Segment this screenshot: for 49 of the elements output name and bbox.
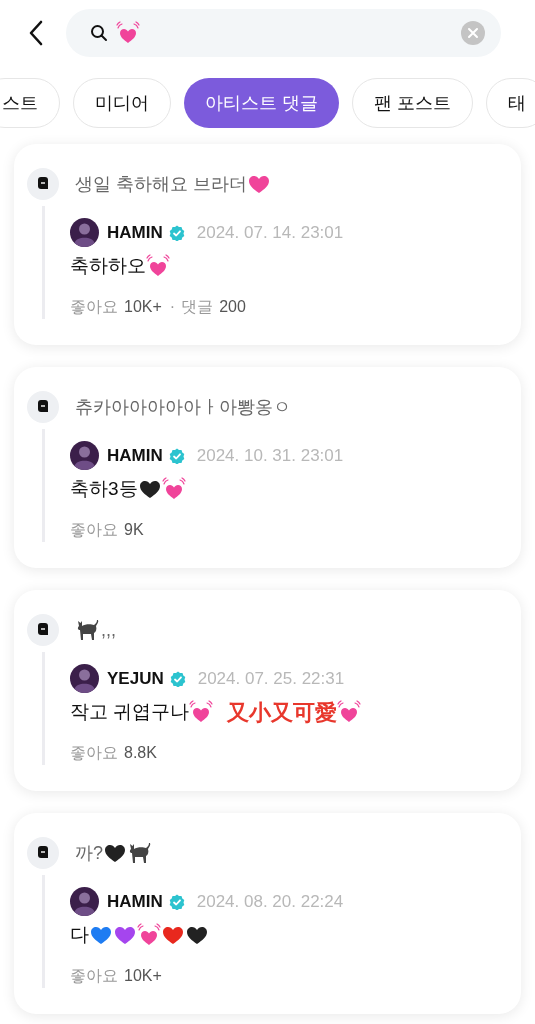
author-name[interactable]: HAMIN: [107, 219, 163, 246]
comment-text: 생일 축하해요 브라더: [75, 172, 247, 196]
author-name[interactable]: HAMIN: [107, 442, 163, 469]
stat-label: 좋아요: [70, 297, 118, 317]
filter-tab[interactable]: 미디어: [73, 78, 171, 128]
stat-label: 좋아요: [70, 743, 118, 763]
comment-icon: [27, 614, 59, 646]
stat-value: 200: [219, 297, 246, 317]
avatar-icon[interactable]: [70, 887, 99, 916]
caption-text: 又小又可愛: [227, 698, 338, 727]
comment-text: 까?: [75, 841, 103, 865]
comment-icon: [27, 168, 59, 200]
avatar-icon[interactable]: [70, 664, 99, 693]
stat-label: 좋아요: [70, 966, 118, 986]
search-field[interactable]: [66, 9, 501, 57]
comment-icon: [27, 391, 59, 423]
comment-text: 츄카아아아아아ㅏ아뽱옹ㅇ: [75, 395, 291, 419]
comment-icon: [27, 837, 59, 869]
filter-tab[interactable]: 아티스트 댓글: [184, 78, 339, 128]
reply-date: 2024. 07. 25. 22:31: [197, 667, 345, 690]
comment-text: ,,,: [101, 618, 116, 642]
reply-date: 2024. 08. 20. 22:24: [196, 890, 344, 913]
stat-value: 9K: [124, 520, 144, 540]
filter-tab[interactable]: 스트: [0, 78, 60, 128]
reply-text: 작고 귀엽구나: [70, 699, 190, 724]
cat-icon: [127, 841, 153, 865]
author-name[interactable]: YEJUN: [107, 665, 164, 692]
stat-value: 10K+: [124, 966, 162, 986]
cat-icon: [75, 618, 101, 642]
avatar-icon[interactable]: [70, 218, 99, 247]
comment-card[interactable]: ,,, YEJUN 2024. 07. 25. 22:31 작고 귀엽구나 又小又可愛 좋아요 8.8K: [14, 590, 521, 791]
comment-card[interactable]: 생일 축하해요 브라더 HAMIN 2024. 07. 14. 23:01 축하하오 좋아요 10K+ · 댓글 200: [14, 144, 521, 345]
reply-date: 2024. 07. 14. 23:01: [196, 221, 344, 244]
stat-value: 8.8K: [124, 743, 157, 763]
reply-text: 다: [70, 922, 89, 947]
stat-label: 좋아요: [70, 520, 118, 540]
reply-text: 축하하오: [70, 253, 146, 278]
reply-text: 축하3등: [70, 476, 138, 501]
avatar-icon[interactable]: [70, 441, 99, 470]
filter-tab[interactable]: 팬 포스트: [352, 78, 474, 128]
stat-value: 10K+: [124, 297, 162, 317]
search-icon: [90, 24, 108, 42]
comment-card[interactable]: 까? HAMIN 2024. 08. 20. 22:24 다 좋아요 10K+: [14, 813, 521, 1014]
stat-label: 댓글: [181, 297, 214, 317]
comment-card[interactable]: 츄카아아아아아ㅏ아뽱옹ㅇ HAMIN 2024. 10. 31. 23:01 축하3등 좋아요 9K: [14, 367, 521, 568]
separator-dot: ·: [169, 297, 176, 317]
filter-tab[interactable]: 태: [486, 78, 535, 128]
author-name[interactable]: HAMIN: [107, 888, 163, 915]
reply-date: 2024. 10. 31. 23:01: [196, 444, 344, 467]
